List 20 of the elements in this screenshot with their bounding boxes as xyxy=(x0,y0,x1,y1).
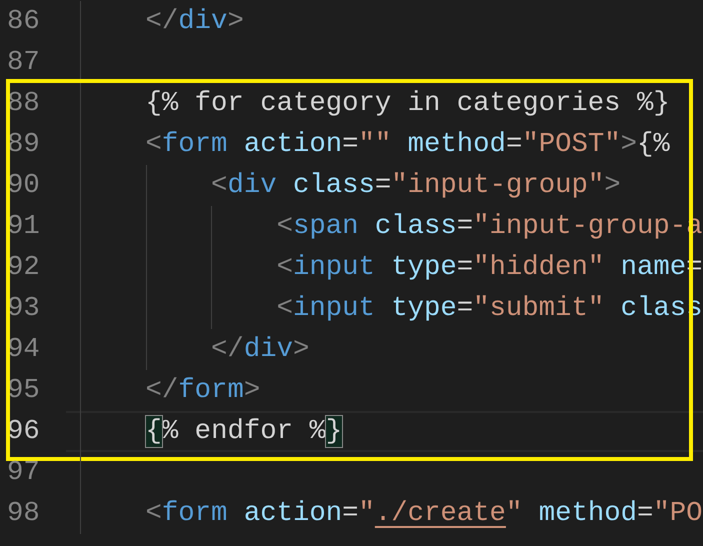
code-line: </div> xyxy=(210,336,310,364)
line-number: 91 xyxy=(6,212,41,240)
line-number: 87 xyxy=(6,48,41,76)
code-line: <form action="" method="POST">{% xyxy=(144,130,670,158)
code-line: </form> xyxy=(144,376,260,404)
line-number: 93 xyxy=(6,294,41,322)
line-number: 92 xyxy=(6,254,41,282)
code-line: <div class="input-group"> xyxy=(210,172,621,200)
code-line: {% for category in categories %} xyxy=(144,90,670,118)
line-number: 96 xyxy=(6,418,41,446)
line-number: 90 xyxy=(6,172,41,200)
line-number: 95 xyxy=(6,376,41,404)
line-number: 94 xyxy=(6,336,41,364)
line-number: 88 xyxy=(6,90,41,118)
code-line: <form action="./create" method="PO xyxy=(144,500,703,528)
line-number: 89 xyxy=(6,130,41,158)
line-number: 97 xyxy=(6,458,41,486)
line-number: 98 xyxy=(6,500,41,528)
line-number: 86 xyxy=(6,8,41,36)
code-line: </div> xyxy=(144,8,244,36)
